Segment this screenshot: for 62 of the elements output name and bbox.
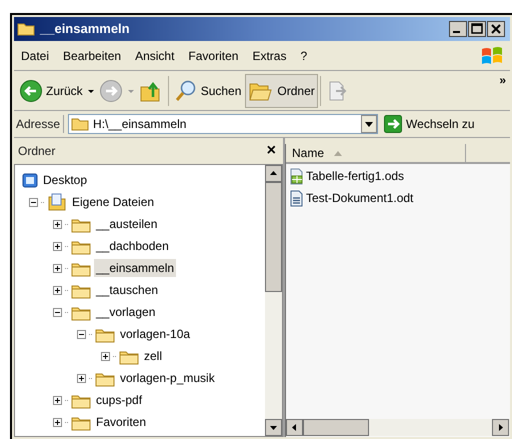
scroll-down-icon[interactable] — [265, 419, 282, 436]
tree-item[interactable]: cups-pdf — [94, 391, 144, 409]
tree-item[interactable]: __vorlagen — [94, 303, 158, 321]
expand-icon[interactable] — [53, 418, 62, 426]
file-name[interactable]: Test-Dokument1.odt — [306, 189, 414, 207]
toolbar-button[interactable]: Ordner — [245, 74, 318, 108]
close-pane-button[interactable]: × — [264, 143, 279, 159]
file-name[interactable]: Tabelle-fertig1.ods — [306, 167, 404, 185]
documents-folder-icon — [47, 193, 67, 211]
menu-item[interactable]: Favoriten — [183, 44, 244, 66]
tree-item[interactable]: Favoriten — [94, 413, 148, 431]
close-icon[interactable] — [487, 21, 505, 37]
tree-item[interactable]: __austeilen — [94, 215, 160, 233]
expand-icon[interactable] — [53, 286, 62, 294]
menu-item[interactable]: ? — [295, 44, 312, 66]
desktop-icon — [22, 172, 38, 188]
scroll-left-icon[interactable] — [286, 419, 303, 436]
tree-item[interactable]: Eigene Dateien — [70, 193, 156, 211]
vertical-scrollbar[interactable] — [265, 165, 282, 436]
expand-icon[interactable] — [53, 264, 62, 272]
scroll-up-icon[interactable] — [265, 165, 282, 182]
tree-item[interactable]: vorlagen-10a — [118, 325, 192, 343]
tree-item[interactable]: __einsammeln — [94, 259, 176, 277]
collapse-icon[interactable] — [77, 330, 86, 338]
tree-item[interactable]: zell — [142, 347, 164, 365]
scroll-right-icon[interactable] — [492, 419, 509, 436]
collapse-icon[interactable] — [29, 198, 38, 206]
toolbar-button[interactable]: Suchen — [170, 74, 244, 108]
pane-title: Ordner — [18, 143, 56, 160]
toolbar-button[interactable]: Zurück — [16, 74, 86, 108]
expand-icon[interactable] — [53, 396, 62, 404]
expand-icon[interactable] — [101, 352, 110, 360]
minimize-icon[interactable] — [449, 21, 467, 37]
tree-item[interactable]: __dachboden — [94, 237, 171, 255]
horizontal-scrollbar[interactable] — [286, 419, 510, 436]
address-field[interactable]: H:\__einsammeln — [68, 114, 378, 134]
scroll-thumb[interactable] — [303, 419, 369, 436]
tree-item[interactable]: Desktop — [41, 171, 90, 189]
column-header[interactable]: Name — [292, 144, 324, 162]
search-icon — [174, 78, 198, 102]
expand-icon[interactable] — [53, 220, 62, 228]
tree-item[interactable]: __tauschen — [94, 281, 160, 299]
window-title: __einsammeln — [40, 20, 131, 38]
expand-icon[interactable] — [77, 374, 86, 382]
collapse-icon[interactable] — [53, 308, 62, 316]
go-button[interactable]: Wechseln zu — [382, 113, 475, 135]
spreadsheet-file-icon — [288, 168, 304, 184]
more-button[interactable]: » — [499, 71, 506, 89]
menu-item[interactable]: Bearbeiten — [58, 44, 126, 66]
folder-icon — [17, 22, 35, 36]
windows-logo-icon — [480, 44, 504, 66]
scroll-thumb[interactable] — [265, 182, 282, 292]
menu-item[interactable]: Datei — [16, 44, 54, 66]
address-label: Adresse — [16, 115, 64, 133]
menu-item[interactable]: Extras — [247, 44, 292, 66]
folder-icon — [71, 117, 90, 131]
tree-item[interactable]: vorlagen-p_musik — [118, 369, 217, 387]
expand-icon[interactable] — [53, 242, 62, 250]
maximize-icon[interactable] — [468, 21, 486, 37]
text-document-icon — [288, 190, 304, 206]
menu-item[interactable]: Ansicht — [130, 44, 180, 66]
dropdown-arrow-icon[interactable] — [86, 88, 95, 94]
